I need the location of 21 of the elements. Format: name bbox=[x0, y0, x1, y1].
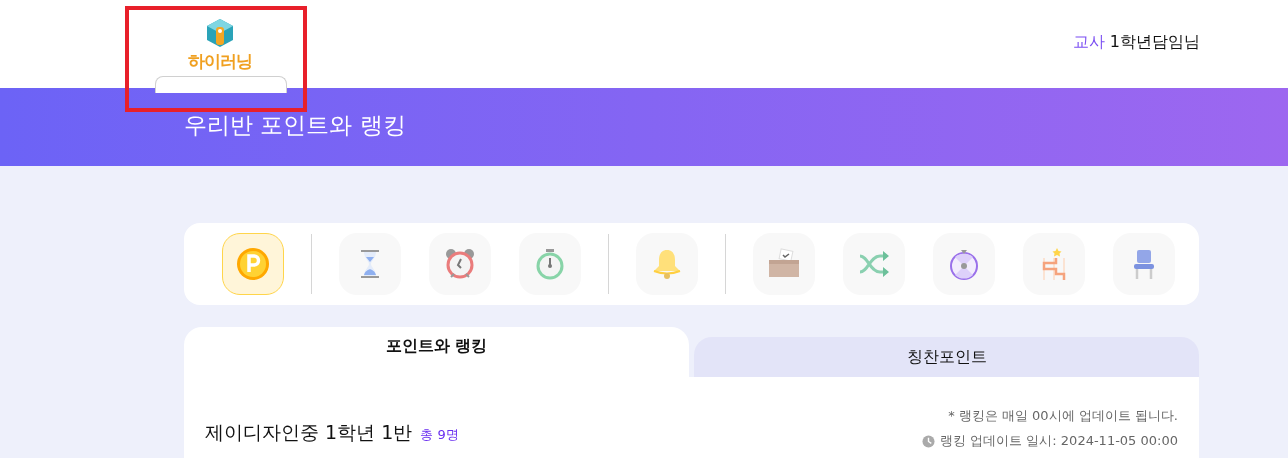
page-title: 우리반 포인트와 랭킹 bbox=[184, 110, 406, 140]
update-time: 랭킹 업데이트 일시: 2024-11-05 00:00 bbox=[940, 432, 1178, 450]
tool-button[interactable] bbox=[519, 233, 581, 295]
tab[interactable]: 포인트와 랭킹 bbox=[184, 327, 689, 377]
tool-button[interactable] bbox=[429, 233, 491, 295]
tool-button[interactable] bbox=[339, 233, 401, 295]
user-role: 교사 bbox=[1072, 32, 1105, 53]
tool-button[interactable] bbox=[222, 233, 284, 295]
clock-icon bbox=[922, 434, 936, 448]
tool-button[interactable] bbox=[933, 233, 995, 295]
student-count: 총 9명 bbox=[420, 426, 459, 444]
tab[interactable]: 칭찬포인트 bbox=[694, 337, 1199, 377]
class-name: 제이디자인중 1학년 1반 bbox=[205, 420, 413, 445]
user-name: 1학년담임님 bbox=[1109, 32, 1200, 53]
tool-button[interactable] bbox=[843, 233, 905, 295]
tool-button[interactable] bbox=[1113, 233, 1175, 295]
tool-button[interactable] bbox=[1023, 233, 1085, 295]
logo-icon bbox=[205, 18, 235, 48]
tool-button[interactable] bbox=[753, 233, 815, 295]
tool-button[interactable] bbox=[636, 233, 698, 295]
update-schedule-note: * 랭킹은 매일 00시에 업데이트 됩니다. bbox=[948, 407, 1178, 425]
